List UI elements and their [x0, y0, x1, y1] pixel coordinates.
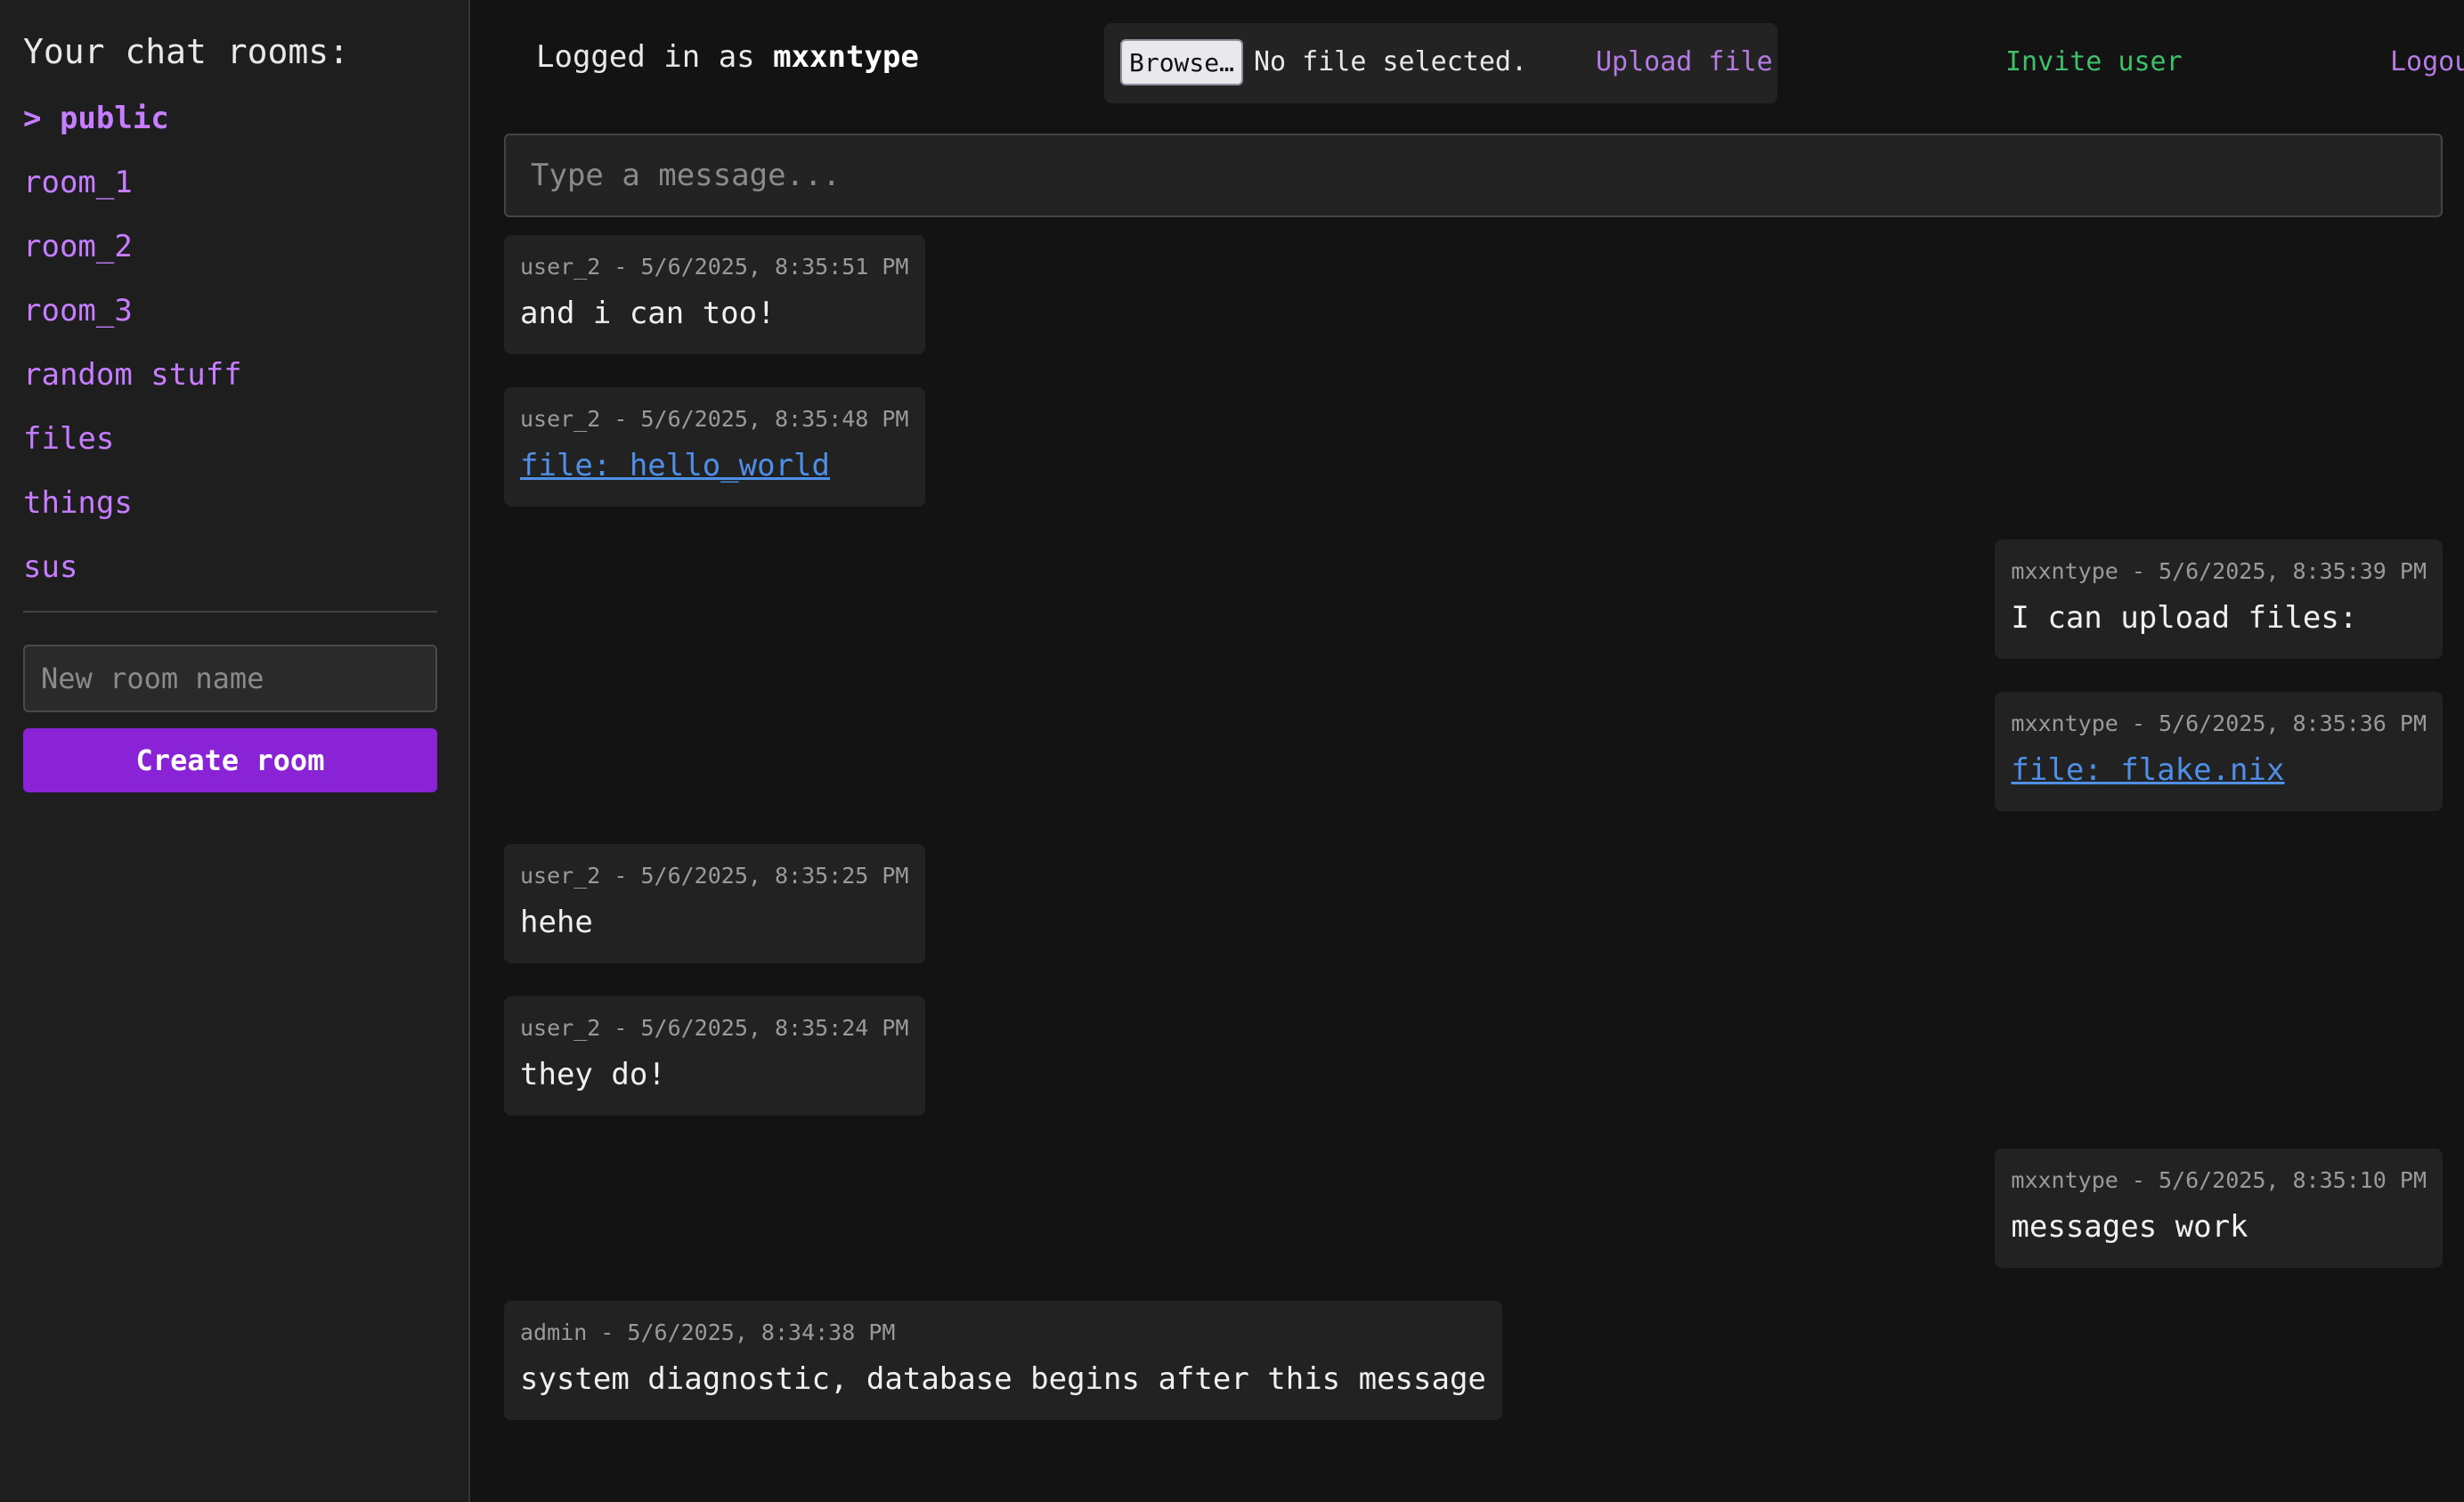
username: mxxntype — [773, 39, 919, 75]
sidebar-divider — [23, 611, 437, 613]
logged-in-status: Logged in as mxxntype — [536, 39, 919, 75]
message-text: system diagnostic, database begins after… — [520, 1361, 1486, 1397]
message-meta: user_2 - 5/6/2025, 8:35:48 PM — [520, 406, 909, 432]
top-bar: Logged in as mxxntype Browse… No file se… — [504, 0, 2464, 125]
sidebar-item-files[interactable]: files — [23, 415, 445, 479]
sidebar-item-room-1[interactable]: room_1 — [23, 158, 445, 223]
message-meta: user_2 - 5/6/2025, 8:35:51 PM — [520, 254, 909, 280]
message-meta: user_2 - 5/6/2025, 8:35:24 PM — [520, 1015, 909, 1041]
file-status-text: No file selected. — [1254, 46, 1528, 77]
sidebar-item-random-stuff[interactable]: random stuff — [23, 351, 445, 415]
message-text: and i can too! — [520, 296, 776, 331]
logged-in-prefix: Logged in as — [536, 39, 774, 75]
message-bubble: user_2 - 5/6/2025, 8:35:48 PM file: hell… — [504, 387, 925, 507]
chat-app: Your chat rooms: > public room_1 room_2 … — [0, 0, 2464, 1502]
room-list: > public room_1 room_2 room_3 random stu… — [23, 94, 445, 607]
message-meta: mxxntype - 5/6/2025, 8:35:39 PM — [2011, 558, 2427, 584]
sidebar-item-room-3[interactable]: room_3 — [23, 287, 445, 351]
message-bubble: mxxntype - 5/6/2025, 8:35:10 PM messages… — [1995, 1149, 2443, 1268]
message-text: messages work — [2011, 1209, 2249, 1245]
message-meta: user_2 - 5/6/2025, 8:35:25 PM — [520, 863, 909, 889]
message-bubble: admin - 5/6/2025, 8:34:38 PM system diag… — [504, 1301, 1502, 1420]
message-bubble: mxxntype - 5/6/2025, 8:35:39 PM I can up… — [1995, 540, 2443, 659]
sidebar-item-room-2[interactable]: room_2 — [23, 223, 445, 287]
create-room-button[interactable]: Create room — [23, 728, 437, 792]
file-link[interactable]: file: hello_world — [520, 448, 830, 483]
message-text: they do! — [520, 1057, 666, 1092]
sidebar: Your chat rooms: > public room_1 room_2 … — [0, 0, 470, 1502]
message-text: hehe — [520, 905, 593, 940]
message-meta: mxxntype - 5/6/2025, 8:35:10 PM — [2011, 1167, 2427, 1193]
message-text: I can upload files: — [2011, 600, 2358, 636]
main-panel: Logged in as mxxntype Browse… No file se… — [472, 0, 2464, 1502]
browse-button[interactable]: Browse… — [1120, 39, 1243, 85]
message-bubble: user_2 - 5/6/2025, 8:35:51 PM and i can … — [504, 235, 925, 354]
sidebar-item-sus[interactable]: sus — [23, 543, 445, 607]
message-bubble: user_2 - 5/6/2025, 8:35:25 PM hehe — [504, 844, 925, 963]
logout-button[interactable]: Logout — [2390, 46, 2464, 77]
file-link[interactable]: file: flake.nix — [2011, 752, 2284, 788]
invite-user-button[interactable]: Invite user — [2005, 46, 2183, 77]
message-input[interactable] — [504, 134, 2443, 217]
message-bubble: mxxntype - 5/6/2025, 8:35:36 PM file: fl… — [1995, 692, 2443, 811]
sidebar-item-public[interactable]: > public — [23, 94, 445, 158]
new-room-name-input[interactable] — [23, 645, 437, 712]
sidebar-title: Your chat rooms: — [23, 32, 350, 71]
message-bubble: user_2 - 5/6/2025, 8:35:24 PM they do! — [504, 996, 925, 1116]
sidebar-item-things[interactable]: things — [23, 479, 445, 543]
upload-file-button[interactable]: Upload file — [1596, 46, 1773, 77]
file-upload-form: Browse… No file selected. Upload file — [1104, 23, 1777, 103]
message-meta: admin - 5/6/2025, 8:34:38 PM — [520, 1319, 896, 1345]
message-meta: mxxntype - 5/6/2025, 8:35:36 PM — [2011, 710, 2427, 736]
